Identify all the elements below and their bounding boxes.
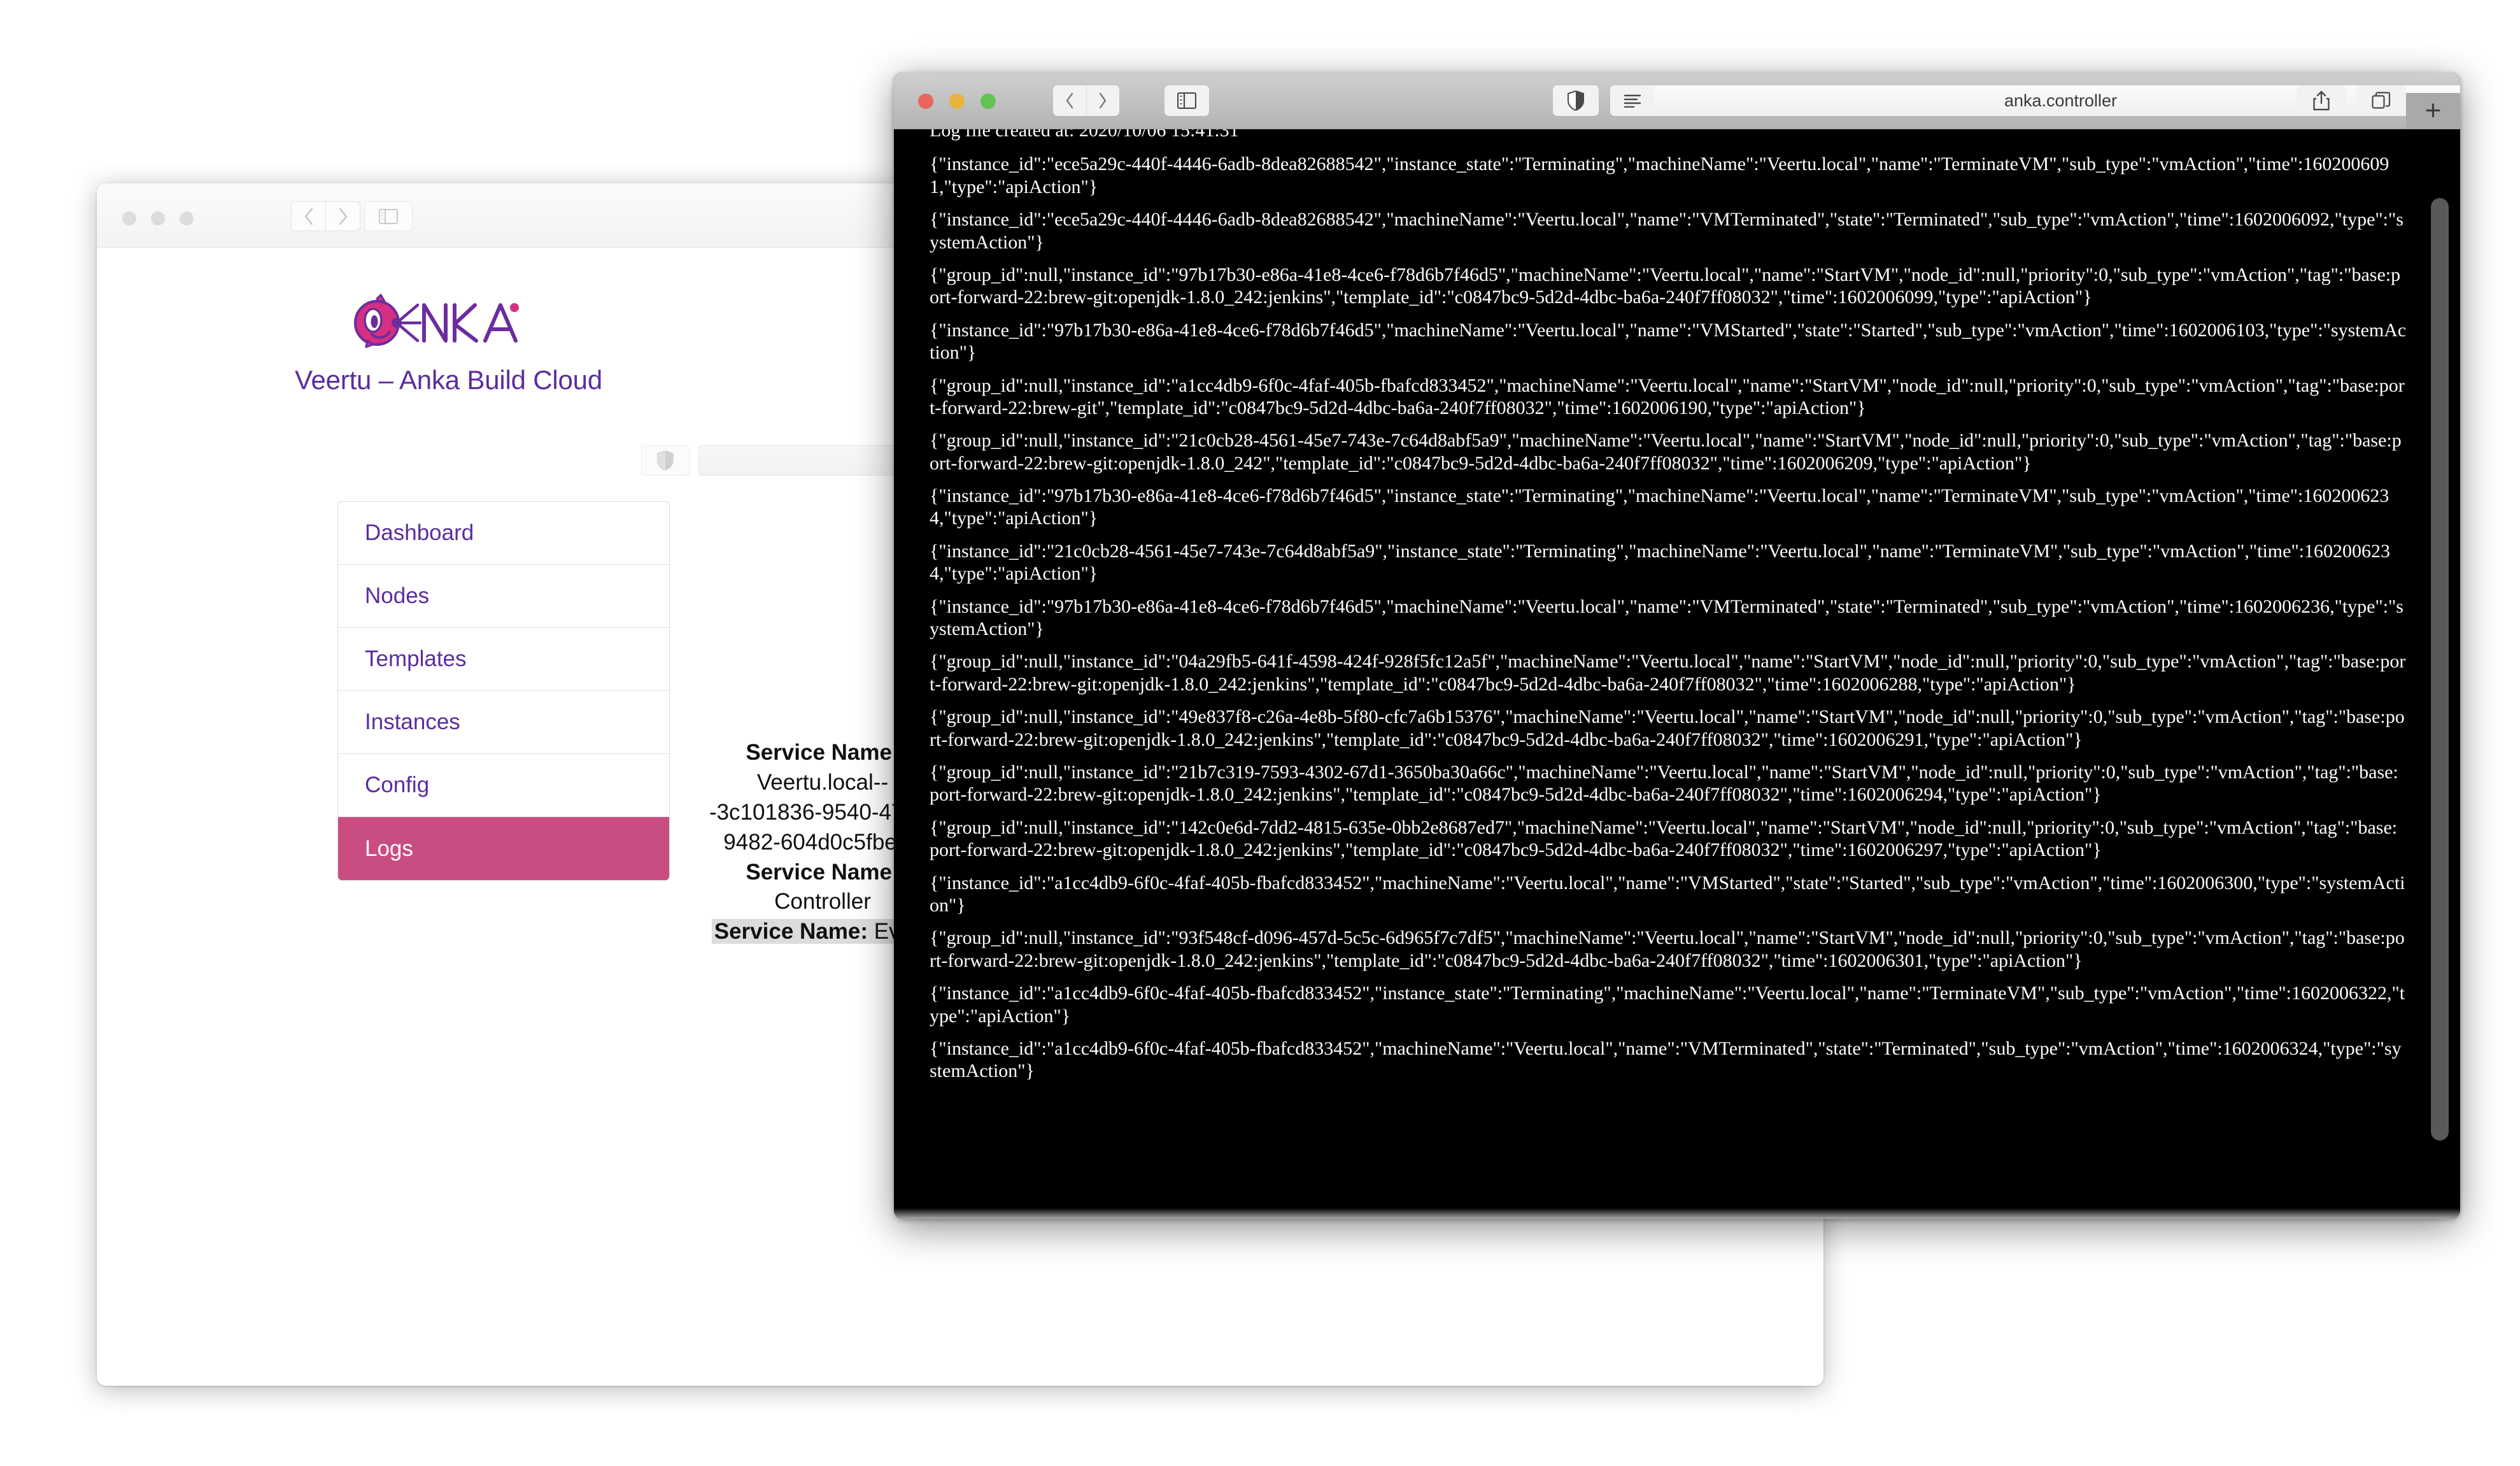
anka-logo-icon <box>353 294 519 348</box>
reader-icon <box>1624 94 1641 108</box>
log-line: {"instance_id":"a1cc4db9-6f0c-4faf-405b-… <box>930 872 2405 916</box>
nav-button-group-foreground[interactable] <box>1053 85 1119 116</box>
browser-window-foreground[interactable]: anka.controller + Log file created at: 2… <box>894 73 2460 1219</box>
nav-button-group-background[interactable] <box>291 201 360 231</box>
window-controls-foreground[interactable] <box>918 94 996 109</box>
zoom-button[interactable] <box>980 94 996 109</box>
chevron-right-icon <box>339 208 347 225</box>
brand-block: Veertu – Anka Build Cloud <box>97 294 800 395</box>
log-line: {"instance_id":"21c0cb28-4561-45e7-743e-… <box>930 540 2391 585</box>
nav-item-templates[interactable]: Templates <box>338 628 669 691</box>
log-clip: Log file created at: 2020/10/06 15:41:31… <box>894 129 2460 1219</box>
tab-overview-icon <box>2372 92 2391 109</box>
service-name-label-2: Service Name: <box>746 859 900 885</box>
log-viewer-pane[interactable]: Log file created at: 2020/10/06 15:41:31… <box>894 129 2460 1219</box>
log-line: {"instance_id":"ece5a29c-440f-4446-6adb-… <box>930 153 2389 197</box>
sidebar-toggle-button[interactable] <box>1164 85 1209 116</box>
page-title: Veertu – Anka Build Cloud <box>294 365 602 395</box>
log-line: {"group_id":null,"instance_id":"93f548cf… <box>930 927 2405 971</box>
back-button[interactable] <box>1053 85 1086 116</box>
close-button[interactable] <box>122 211 136 225</box>
forward-button[interactable] <box>326 201 360 231</box>
privacy-shield-button[interactable] <box>641 445 690 476</box>
forward-button[interactable] <box>1086 85 1119 116</box>
back-button[interactable] <box>291 201 326 231</box>
log-line: {"group_id":null,"instance_id":"21b7c319… <box>930 761 2398 806</box>
chevron-right-icon <box>1099 92 1107 109</box>
close-button[interactable] <box>918 94 933 109</box>
log-line: {"group_id":null,"instance_id":"a1cc4db9… <box>930 374 2405 418</box>
sidebar-icon <box>379 208 398 224</box>
chevron-left-icon <box>304 208 313 225</box>
nav-item-instances[interactable]: Instances <box>338 691 669 754</box>
nav-item-dashboard[interactable]: Dashboard <box>338 502 669 565</box>
log-line: {"instance_id":"97b17b30-e86a-41e8-4ce6-… <box>930 319 2407 364</box>
share-icon <box>2313 90 2330 111</box>
minimize-button[interactable] <box>949 94 965 109</box>
chevron-left-icon <box>1066 92 1073 109</box>
address-bar-text: anka.controller <box>2004 90 2118 110</box>
foreground-window-toolbar: anka.controller + <box>894 73 2460 129</box>
minimize-button[interactable] <box>151 211 165 225</box>
tab-overview-button[interactable] <box>2356 85 2406 116</box>
log-line: {"instance_id":"a1cc4db9-6f0c-4faf-405b-… <box>930 1037 2402 1082</box>
log-lines-container: Log file created at: 2020/10/06 15:41:31… <box>930 129 2407 1093</box>
nav-item-nodes[interactable]: Nodes <box>338 565 669 628</box>
log-line: {"group_id":null,"instance_id":"142c0e6d… <box>930 816 2398 861</box>
log-line: {"group_id":null,"instance_id":"97b17b30… <box>930 264 2401 308</box>
log-line: {"instance_id":"a1cc4db9-6f0c-4faf-405b-… <box>930 983 2405 1027</box>
log-line: {"instance_id":"97b17b30-e86a-41e8-4ce6-… <box>930 595 2403 640</box>
zoom-button[interactable] <box>180 211 194 225</box>
desktop-stage: Veertu – Anka Build Cloud Dashboard Node… <box>0 0 2520 1466</box>
new-tab-button[interactable]: + <box>2406 93 2460 129</box>
share-button[interactable] <box>2297 85 2346 116</box>
log-header-line: Log file created at: 2020/10/06 15:41:31 <box>930 129 1239 141</box>
shield-icon <box>1568 90 1584 111</box>
nav-item-logs[interactable]: Logs <box>338 817 669 880</box>
service-name-label-1: Service Name: <box>746 740 900 765</box>
privacy-shield-button[interactable] <box>1553 85 1599 116</box>
log-line: {"instance_id":"ece5a29c-440f-4446-6adb-… <box>930 209 2403 253</box>
log-line: {"group_id":null,"instance_id":"04a29fb5… <box>930 651 2406 695</box>
nav-item-config[interactable]: Config <box>338 754 669 817</box>
shield-icon <box>657 450 674 471</box>
log-line: {"group_id":null,"instance_id":"49e837f8… <box>930 706 2405 750</box>
service-name-label-3: Service Name: <box>714 919 868 944</box>
toolbar-right-group <box>2297 85 2406 116</box>
log-scrollbar-thumb[interactable] <box>2431 198 2449 1141</box>
sidebar-icon <box>1177 92 1196 109</box>
primary-nav-card: Dashboard Nodes Templates Instances Conf… <box>337 501 670 881</box>
window-controls-background[interactable] <box>122 211 194 225</box>
window-bottom-edge <box>894 1208 2460 1219</box>
log-scrollbar-track[interactable] <box>2426 129 2454 1219</box>
sidebar-toggle-button[interactable] <box>364 201 413 231</box>
log-line: {"instance_id":"97b17b30-e86a-41e8-4ce6-… <box>930 485 2389 529</box>
reader-view-button[interactable] <box>1610 85 1655 116</box>
log-line: {"group_id":null,"instance_id":"21c0cb28… <box>930 430 2402 474</box>
